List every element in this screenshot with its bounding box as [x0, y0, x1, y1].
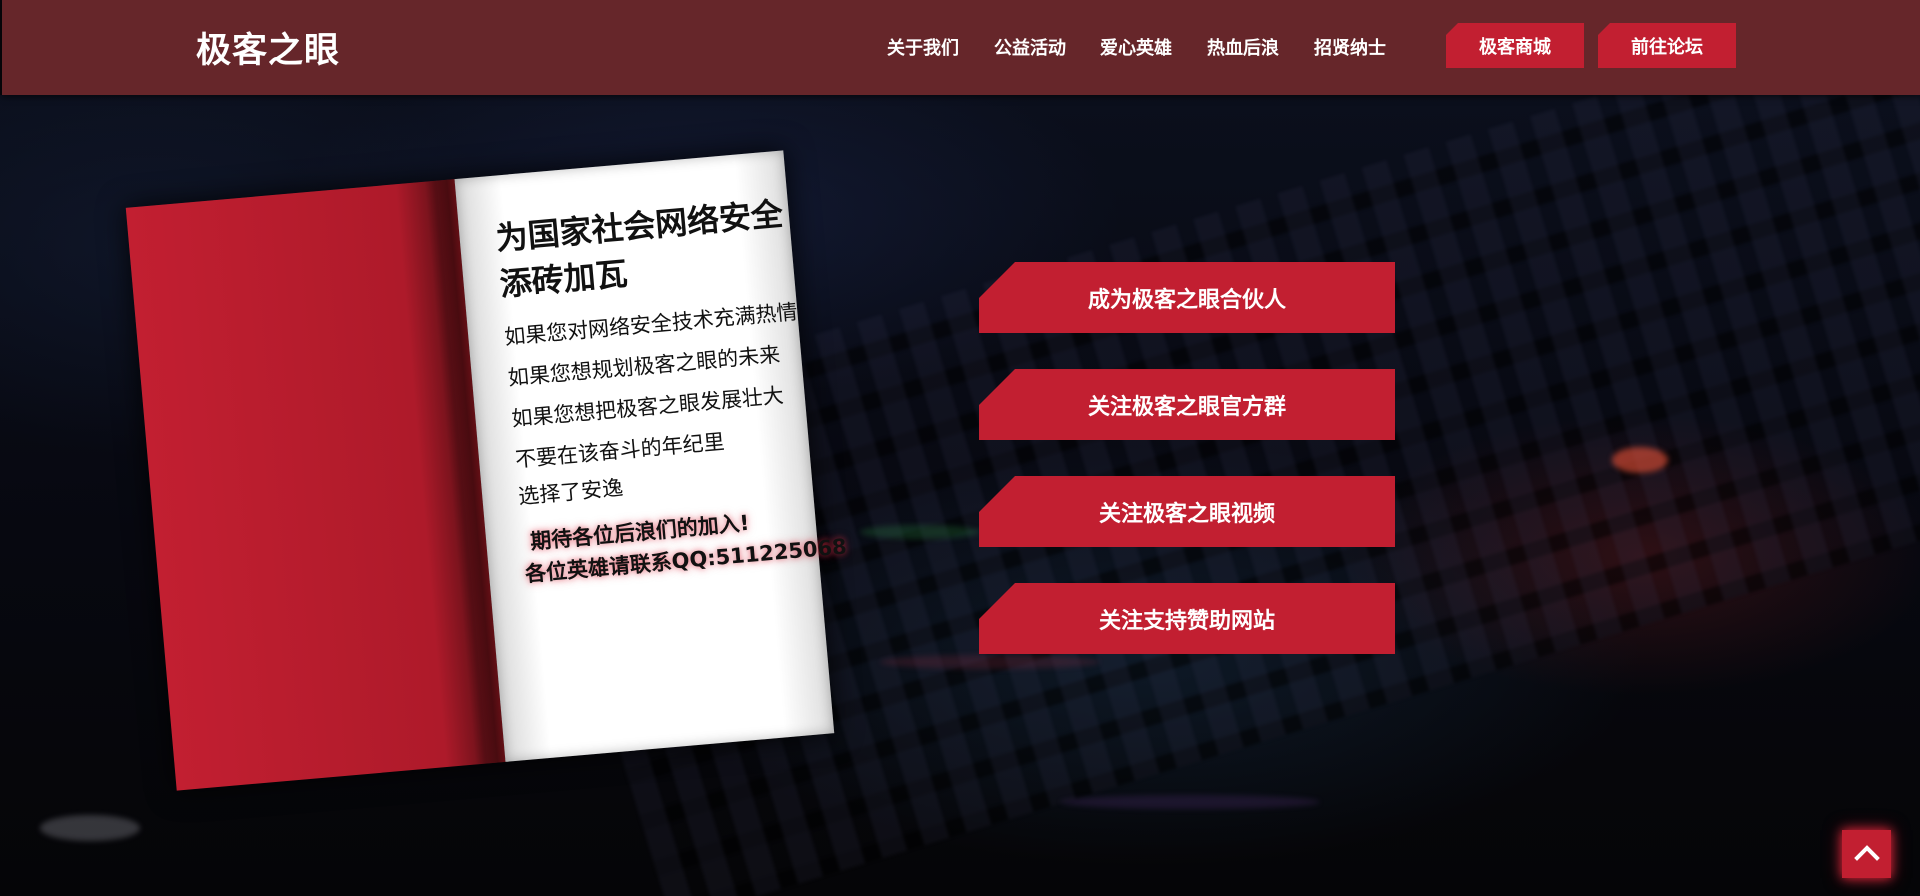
book-page: 为国家社会网络安全 添砖加瓦 如果您对网络安全技术充满热情 如果您想规划极客之眼… [454, 150, 848, 762]
sponsor-site-button[interactable]: 关注支持赞助网站 [979, 583, 1395, 654]
nav-item-about[interactable]: 关于我们 [887, 34, 959, 60]
become-partner-button[interactable]: 成为极客之眼合伙人 [979, 262, 1395, 333]
forum-button[interactable]: 前往论坛 [1598, 23, 1736, 68]
glow-light [1060, 795, 1320, 809]
glow-light [860, 525, 980, 539]
main-nav: 关于我们 公益活动 爱心英雄 热血后浪 招贤纳士 极客商城 前往论坛 [2, 0, 1920, 95]
recruit-book: 为国家社会网络安全 添砖加瓦 如果您对网络安全技术充满热情 如果您想规划极客之眼… [125, 150, 848, 791]
chevron-up-icon [1853, 843, 1880, 865]
join-group-button[interactable]: 关注极客之眼官方群 [979, 369, 1395, 440]
back-to-top-button[interactable] [1842, 830, 1891, 878]
glow-light [40, 815, 140, 841]
glow-light [880, 655, 1100, 669]
book-title: 为国家社会网络安全 添砖加瓦 [494, 188, 821, 308]
nav-item-heroes[interactable]: 爱心英雄 [1100, 34, 1172, 60]
shop-button[interactable]: 极客商城 [1446, 23, 1584, 68]
nav-item-recruit[interactable]: 招贤纳士 [1314, 34, 1386, 60]
follow-video-button[interactable]: 关注极客之眼视频 [979, 476, 1395, 547]
site-header: 极客之眼 关于我们 公益活动 爱心英雄 热血后浪 招贤纳士 极客商城 前往论坛 [2, 0, 1920, 95]
book-call-to-action: 期待各位后浪们的加入! 各位英雄请联系QQ:511225068 [521, 499, 847, 591]
nav-item-charity[interactable]: 公益活动 [994, 34, 1066, 60]
glow-light [1612, 447, 1668, 473]
nav-item-youth[interactable]: 热血后浪 [1207, 34, 1279, 60]
